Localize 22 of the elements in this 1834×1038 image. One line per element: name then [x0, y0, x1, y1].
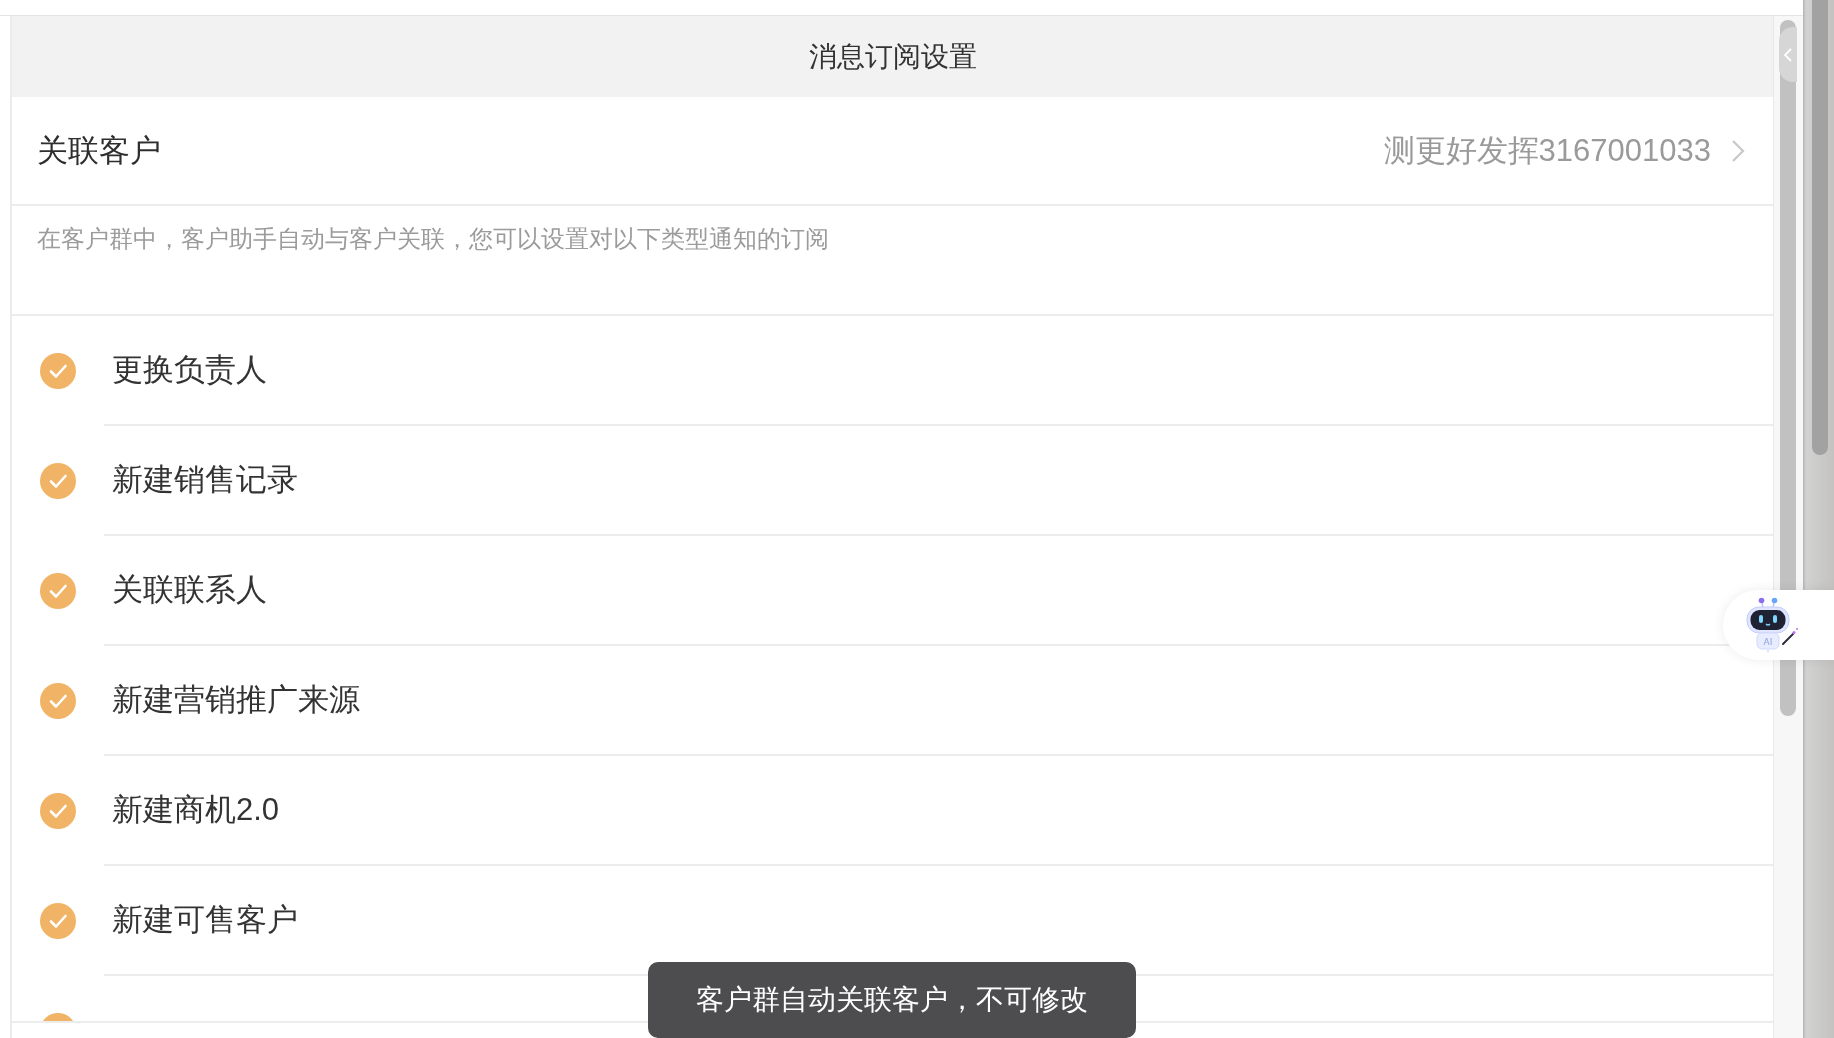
collapse-button[interactable]	[1779, 27, 1797, 82]
checkbox[interactable]	[40, 353, 76, 389]
checkbox[interactable]	[40, 463, 76, 499]
linked-customer-value[interactable]: 测更好发挥3167001033	[1383, 129, 1711, 172]
subscription-label: 关联联系人	[112, 571, 267, 609]
checkbox[interactable]	[40, 793, 76, 829]
subscription-label: 更换负责人	[112, 351, 267, 389]
toast-message: 客户群自动关联客户，不可修改	[648, 962, 1136, 1038]
subscription-label: 新建销售记录	[112, 461, 298, 499]
linked-customer-label: 关联客户	[37, 131, 161, 170]
subscription-label: 新建可售客户	[112, 901, 298, 939]
checkbox[interactable]	[40, 903, 76, 939]
checkbox[interactable]	[40, 573, 76, 609]
chevron-left-icon	[1784, 47, 1792, 62]
page-title: 消息订阅设置	[808, 39, 977, 74]
subscription-label: 新建营销推广来源	[112, 681, 360, 719]
description-text: 在客户群中，客户助手自动与客户关联，您可以设置对以下类型通知的订阅	[37, 224, 829, 254]
subscription-label: 新建商机2.0	[112, 791, 280, 829]
checkbox[interactable]	[40, 683, 76, 719]
assistant-button[interactable]: AI	[1723, 590, 1834, 660]
chevron-right-icon[interactable]	[1731, 138, 1745, 163]
scrollbar-thumb[interactable]	[1812, 0, 1828, 455]
